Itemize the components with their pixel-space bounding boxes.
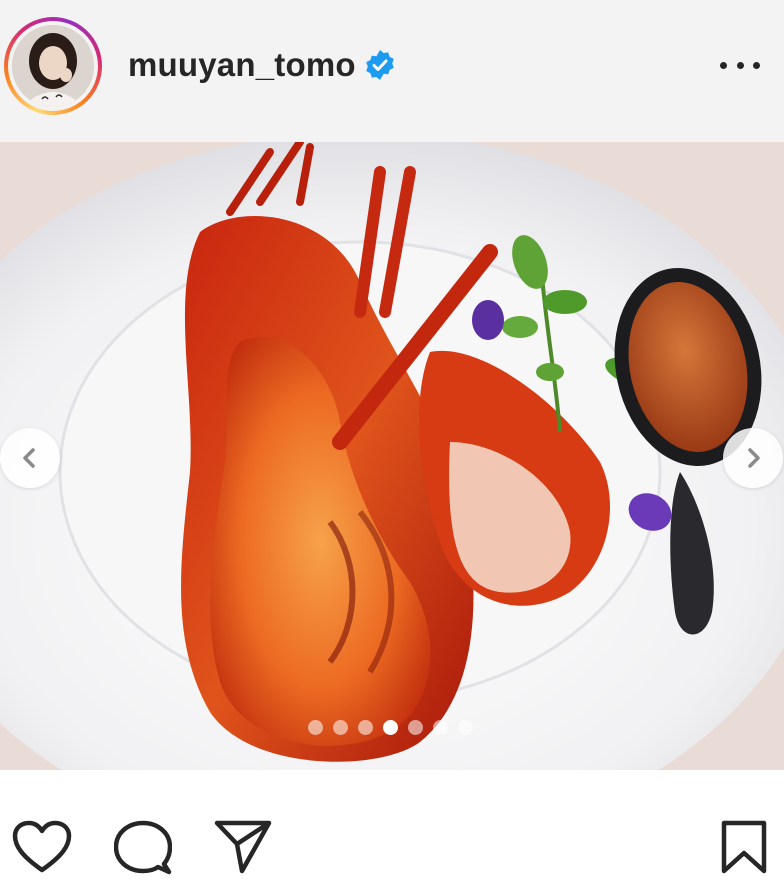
carousel-dot-active: [383, 720, 398, 735]
lobster-dish-image: [0, 142, 784, 770]
username[interactable]: muuyan_tomo: [128, 46, 356, 84]
carousel-dot: [308, 720, 323, 735]
heart-icon[interactable]: [12, 820, 72, 874]
comment-icon[interactable]: [114, 820, 172, 876]
verified-badge-icon: [366, 50, 394, 80]
chevron-right-icon: [748, 448, 760, 468]
carousel-dot: [358, 720, 373, 735]
more-dot: [753, 61, 760, 69]
bookmark-icon[interactable]: [720, 820, 768, 874]
carousel-prev-button[interactable]: [0, 428, 60, 488]
more-dot: [720, 61, 727, 69]
post-photo[interactable]: [0, 142, 784, 770]
carousel-dot: [408, 720, 423, 735]
more-options-button[interactable]: [718, 50, 762, 80]
send-icon[interactable]: [214, 820, 272, 874]
chevron-left-icon: [23, 448, 35, 468]
story-ring[interactable]: [4, 17, 102, 115]
carousel-dot: [458, 720, 473, 735]
carousel-dot: [433, 720, 448, 735]
avatar-picture: [12, 25, 94, 107]
post-header: muuyan_tomo: [0, 0, 784, 142]
avatar-gap: [8, 21, 98, 111]
carousel-indicator: [308, 720, 473, 735]
carousel-next-button[interactable]: [723, 428, 783, 488]
avatar[interactable]: [12, 25, 94, 107]
carousel-dot: [333, 720, 348, 735]
more-dot: [736, 61, 744, 69]
